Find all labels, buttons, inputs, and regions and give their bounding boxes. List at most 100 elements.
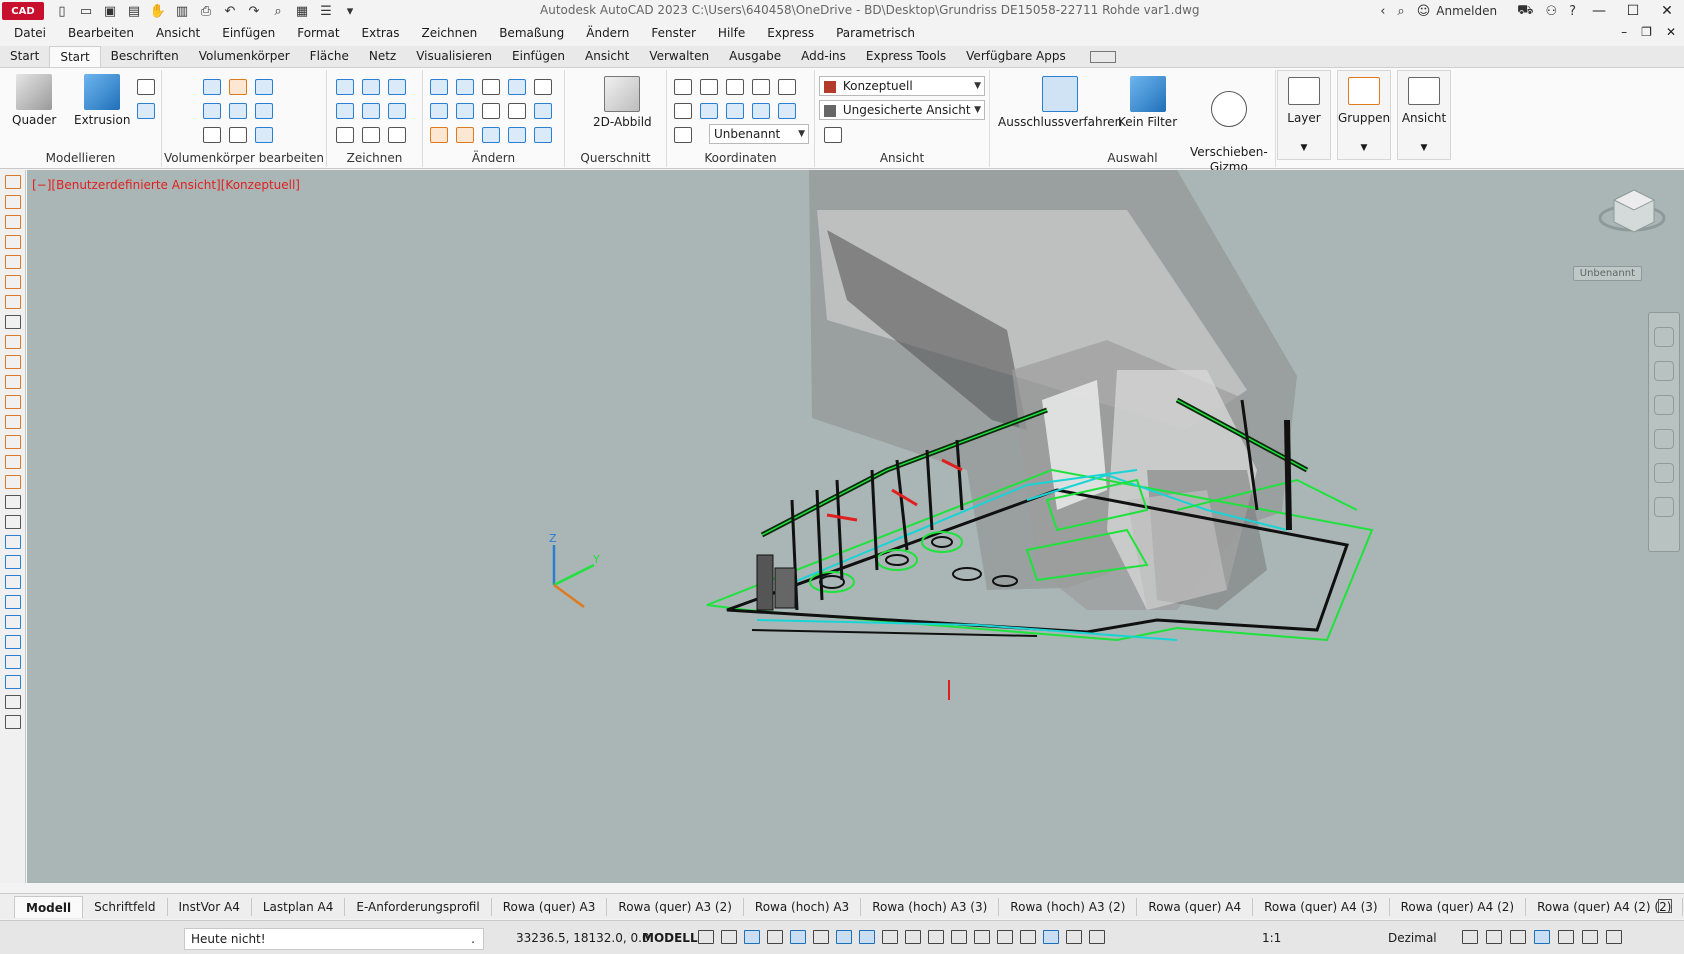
polygon-icon[interactable] (336, 127, 354, 143)
polyline-icon[interactable] (336, 79, 354, 95)
tab-einfuegen[interactable]: Einfügen (502, 46, 575, 67)
dimension-radius-icon[interactable] (5, 255, 21, 269)
offset-icon[interactable] (508, 127, 526, 143)
menu-ansicht[interactable]: Ansicht (145, 26, 211, 40)
menu-extras[interactable]: Extras (351, 26, 411, 40)
spline-icon[interactable] (388, 79, 406, 95)
circle-icon[interactable] (388, 103, 406, 119)
layout-tab[interactable]: Rowa (hoch) A3 (3) (861, 897, 1000, 916)
line-icon[interactable] (336, 103, 354, 119)
command-line[interactable]: Heute nicht! . (184, 928, 484, 950)
dimension-jogged-icon[interactable] (5, 275, 21, 289)
minimize-button[interactable]: — (1582, 3, 1616, 19)
continue-icon[interactable] (5, 375, 21, 389)
visual-style-dropdown[interactable]: Konzeptuell ▼ (819, 76, 985, 96)
layout-tab[interactable]: E-Anforderungsprofil (345, 897, 492, 916)
ausschluss-button[interactable]: Ausschlussverfahren (998, 76, 1122, 129)
ucs-y-icon[interactable] (726, 103, 744, 119)
tab-verfuegbare-apps[interactable]: Verfügbare Apps (956, 46, 1076, 67)
menu-hilfe[interactable]: Hilfe (707, 26, 756, 40)
ucs-named-icon[interactable] (674, 127, 692, 143)
clean-screen-icon[interactable] (1558, 930, 1574, 944)
layer-button[interactable]: Layer ▼ (1277, 70, 1331, 160)
reassociate-icon[interactable] (5, 615, 21, 629)
union-icon[interactable] (203, 79, 221, 95)
units-dropdown[interactable]: Dezimal (1388, 931, 1437, 945)
undo-icon[interactable]: ↶ (221, 3, 239, 19)
dimension-text-edit-icon[interactable] (5, 535, 21, 549)
ucs-3point-icon[interactable] (674, 103, 692, 119)
gizmo-icon[interactable] (1020, 930, 1036, 944)
layout-tab[interactable]: Rowa (quer) A3 (2) (607, 897, 744, 916)
isolate-objects-icon[interactable] (1510, 930, 1526, 944)
tab-addins[interactable]: Add-ins (791, 46, 856, 67)
dimension-aligned-icon[interactable] (5, 195, 21, 209)
thicken-icon[interactable] (229, 103, 247, 119)
coordinates-readout[interactable]: 33236.5, 18132.0, 0.0 (516, 931, 650, 945)
abbild-button[interactable]: 2D-Abbild (593, 76, 652, 129)
quader-button[interactable]: Quader (12, 74, 56, 127)
array-icon[interactable] (508, 79, 526, 95)
baseline-icon[interactable] (5, 355, 21, 369)
dimension-diameter-icon[interactable] (5, 295, 21, 309)
cart-icon[interactable]: ⛟ (1517, 3, 1533, 20)
viewcube-ucs-menu[interactable]: Unbenannt (1572, 266, 1642, 281)
object-snap-icon[interactable] (859, 930, 875, 944)
viewport-config-icon[interactable] (824, 127, 842, 143)
separate-icon[interactable] (255, 127, 273, 143)
zoom-extents-icon[interactable] (1654, 395, 1674, 415)
graphics-performance-icon[interactable] (1534, 930, 1550, 944)
gruppen-button[interactable]: Gruppen ▼ (1337, 70, 1391, 160)
tab-start[interactable]: Start (49, 46, 101, 67)
ucs-world-icon[interactable] (700, 79, 718, 95)
autocad-logo[interactable]: CAD (2, 2, 44, 20)
steering-wheel-icon[interactable] (1654, 327, 1674, 347)
selection-filter-icon[interactable] (997, 930, 1013, 944)
annotation-scale[interactable]: 1:1 (1262, 931, 1281, 945)
rotate-icon[interactable] (456, 103, 474, 119)
doc-minimize-button[interactable]: – (1621, 25, 1627, 39)
signin-button[interactable]: Anmelden (1436, 4, 1497, 18)
dimension-edit-icon[interactable] (5, 515, 21, 529)
menu-aendern[interactable]: Ändern (575, 26, 640, 40)
extend-icon[interactable] (456, 127, 474, 143)
doc-restore-button[interactable]: ❐ (1641, 25, 1652, 39)
extrusion-button[interactable]: Extrusion (74, 74, 130, 127)
stretch-icon[interactable] (482, 127, 500, 143)
inspection-icon[interactable] (5, 475, 21, 489)
annotation-visibility-icon[interactable] (1043, 930, 1059, 944)
dimension-space-icon[interactable] (5, 395, 21, 409)
menu-parametrisch[interactable]: Parametrisch (825, 26, 926, 40)
isodraft-icon[interactable] (813, 930, 829, 944)
new-file-icon[interactable]: ▯ (53, 3, 71, 19)
mirror-icon[interactable] (430, 79, 448, 95)
layer-state-icon[interactable]: ☰ (317, 3, 335, 19)
arc-icon[interactable] (362, 79, 380, 95)
ucs-view-icon[interactable] (778, 103, 796, 119)
search-icon[interactable]: ⌕ (1397, 4, 1404, 19)
layout-tab[interactable]: Rowa (hoch) A3 (2) (999, 897, 1138, 916)
save-as-icon[interactable]: ▤ (125, 3, 143, 19)
tab-ansicht[interactable]: Ansicht (575, 46, 639, 67)
help-icon[interactable]: ? (1569, 4, 1576, 19)
tab-verwalten[interactable]: Verwalten (639, 46, 719, 67)
maximize-button[interactable]: ☐ (1616, 3, 1650, 19)
save-icon[interactable]: ▣ (101, 3, 119, 19)
infer-constraints-icon[interactable] (744, 930, 760, 944)
plot-icon[interactable]: ▥ (173, 3, 191, 19)
ellipse-icon[interactable] (388, 127, 406, 143)
tolerance-icon[interactable] (5, 435, 21, 449)
layout-tab[interactable]: Schriftfeld (83, 897, 168, 916)
dimension-override-icon[interactable] (5, 595, 21, 609)
scale-list-icon[interactable] (5, 715, 21, 729)
pan-icon[interactable] (1654, 361, 1674, 381)
tab-beschriften[interactable]: Beschriften (101, 46, 189, 67)
trim-icon[interactable] (534, 79, 552, 95)
menu-bearbeiten[interactable]: Bearbeiten (57, 26, 145, 40)
ansicht-box-button[interactable]: Ansicht ▼ (1397, 70, 1451, 160)
customize-qat-icon[interactable]: ▾ (341, 3, 359, 19)
ucs-z-icon[interactable] (752, 103, 770, 119)
selection-cycling-icon[interactable] (928, 930, 944, 944)
menu-datei[interactable]: Datei (0, 26, 57, 40)
layout-grid-icon[interactable] (1658, 899, 1672, 913)
